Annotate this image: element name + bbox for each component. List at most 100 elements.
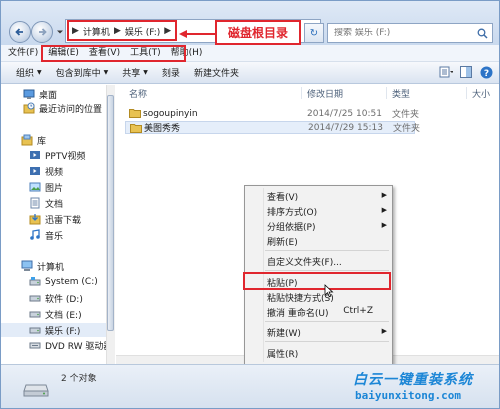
file-type: 文件夹 <box>392 110 420 120</box>
menu-item-shortcut: Ctrl+Z <box>343 306 373 316</box>
sidebar-item-label: 娱乐 (F:) <box>45 326 81 337</box>
system-drive-icon <box>29 277 41 286</box>
new-folder-label: 新建文件夹 <box>193 69 239 79</box>
column-header-name[interactable]: 名称 <box>129 87 147 100</box>
include-in-library-button[interactable]: 包含到库中 ▼ <box>49 66 116 79</box>
sidebar-item-drive-c[interactable]: System (C:) <box>1 275 114 289</box>
sidebar-scrollbar-thumb[interactable] <box>107 95 114 331</box>
forward-button[interactable] <box>31 21 53 43</box>
sidebar-item-recent-places[interactable]: 最近访问的位置 <box>1 101 114 115</box>
sidebar-item-label: DVD RW 驱动器 <box>45 341 113 352</box>
sidebar-item-label: 迅雷下载 <box>45 215 82 226</box>
menu-item-label: 查看(V) <box>267 193 299 203</box>
context-menu-new[interactable]: 新建(W) ▶ <box>247 325 391 339</box>
share-button[interactable]: 共享 ▼ <box>115 66 155 79</box>
command-bar: 组织 ▼ 包含到库中 ▼ 共享 ▼ 刻录 新建文件夹 <box>1 62 499 84</box>
sidebar-item-thunder-downloads[interactable]: 迅雷下载 <box>1 212 114 226</box>
column-header-size[interactable]: 大小 <box>472 87 490 100</box>
context-menu-undo-rename[interactable]: 撤消 重命名(U) Ctrl+Z <box>247 305 391 319</box>
chevron-down-icon: ▼ <box>37 69 42 76</box>
sidebar-item-pptv-video[interactable]: PPTV视频 <box>1 148 114 162</box>
mouse-cursor-icon <box>324 284 334 298</box>
context-menu-view[interactable]: 查看(V) ▶ <box>247 189 391 203</box>
recent-pages-dropdown-icon[interactable] <box>56 28 64 36</box>
table-row[interactable]: 美图秀秀 2014/7/29 15:13 文件夹 <box>125 121 420 134</box>
column-divider[interactable] <box>301 87 302 99</box>
burn-button[interactable]: 刻录 <box>155 66 187 79</box>
sidebar-item-label: 软件 (D:) <box>45 294 83 305</box>
context-menu-group-by[interactable]: 分组依据(P) ▶ <box>247 219 391 233</box>
sidebar-item-drive-f[interactable]: 娱乐 (F:) <box>1 323 114 337</box>
share-label: 共享 <box>122 69 141 79</box>
view-options-button[interactable] <box>439 65 453 79</box>
preview-pane-icon <box>460 66 472 78</box>
column-divider[interactable] <box>466 87 467 99</box>
search-icon[interactable] <box>477 28 488 39</box>
menu-item-label: 属性(R) <box>267 350 299 360</box>
context-menu-customize-folder[interactable]: 自定义文件夹(F)... <box>247 254 391 268</box>
table-row[interactable]: sogoupinyin 2014/7/25 10:51 文件夹 <box>125 107 419 120</box>
sidebar-item-dvd-drive[interactable]: DVD RW 驱动器 <box>1 338 114 352</box>
file-date: 2014/7/29 15:13 <box>308 122 383 133</box>
column-header-date[interactable]: 修改日期 <box>307 87 343 100</box>
drive-icon <box>23 384 49 397</box>
organize-label: 组织 <box>16 69 35 79</box>
view-list-icon <box>439 66 453 78</box>
new-folder-button[interactable]: 新建文件夹 <box>187 66 246 79</box>
sidebar-item-label: 视频 <box>45 167 64 178</box>
svg-text:?: ? <box>483 69 488 79</box>
back-button[interactable] <box>9 21 31 43</box>
sidebar-item-drive-e[interactable]: 文档 (E:) <box>1 307 114 321</box>
help-icon: ? <box>480 66 492 79</box>
submenu-arrow-icon: ▶ <box>381 327 387 335</box>
submenu-arrow-icon: ▶ <box>381 191 387 199</box>
context-menu-refresh[interactable]: 刷新(E) <box>247 234 391 248</box>
file-name: sogoupinyin <box>143 108 198 119</box>
include-in-library-label: 包含到库中 <box>55 69 101 79</box>
sidebar-item-libraries[interactable]: 库 <box>1 133 114 147</box>
search-box[interactable] <box>327 23 493 43</box>
item-count: 2 个对象 <box>61 374 97 384</box>
refresh-button[interactable]: ↻ <box>304 23 324 43</box>
sidebar-item-label: 文档 (E:) <box>45 310 82 321</box>
menu-highlight-box <box>41 45 186 62</box>
column-header-type[interactable]: 类型 <box>392 87 410 100</box>
sidebar-item-documents[interactable]: 文档 <box>1 196 114 210</box>
sidebar-item-computer[interactable]: 计算机 <box>1 259 114 273</box>
arrow-right-icon <box>39 28 47 36</box>
context-menu-properties[interactable]: 属性(R) <box>247 346 391 360</box>
sidebar-item-drive-d[interactable]: 软件 (D:) <box>1 291 114 305</box>
folder-icon <box>129 109 141 118</box>
drive-icon <box>29 311 41 318</box>
menu-separator <box>265 321 389 322</box>
desktop-icon <box>23 89 35 99</box>
menu-item-label: 刷新(E) <box>267 238 298 248</box>
sidebar-item-desktop[interactable]: 桌面 <box>1 87 114 101</box>
preview-pane-button[interactable] <box>459 65 473 79</box>
file-date: 2014/7/25 10:51 <box>307 108 382 119</box>
watermark-url: baiyunxitong.com <box>355 389 461 402</box>
library-icon <box>21 134 33 146</box>
search-input[interactable] <box>334 28 479 38</box>
sidebar-item-label: 音乐 <box>45 231 64 242</box>
navigation-pane: 桌面 最近访问的位置 库 PPTV视频 视频 图片 文档 迅雷下载 音乐 计算机… <box>1 85 115 364</box>
folder-icon <box>130 124 142 133</box>
file-name: 美图秀秀 <box>144 124 181 134</box>
sidebar-item-music[interactable]: 音乐 <box>1 228 114 242</box>
menu-item-label: 分组依据(P) <box>267 223 316 233</box>
organize-button[interactable]: 组织 ▼ <box>9 66 49 79</box>
sidebar-item-videos[interactable]: 视频 <box>1 164 114 178</box>
column-divider[interactable] <box>386 87 387 99</box>
context-menu-paste-shortcut[interactable]: 粘贴快捷方式(S) <box>247 290 391 304</box>
menu-file[interactable]: 文件(F) <box>3 46 43 61</box>
music-library-icon <box>30 229 40 240</box>
chevron-down-icon: ▼ <box>143 69 148 76</box>
context-menu-sort-by[interactable]: 排序方式(O) ▶ <box>247 204 391 218</box>
help-button[interactable]: ? <box>479 65 493 79</box>
sidebar-item-label: 文档 <box>45 199 64 210</box>
sidebar-item-label: 库 <box>37 136 47 147</box>
picture-library-icon <box>29 182 41 192</box>
sidebar-item-pictures[interactable]: 图片 <box>1 180 114 194</box>
breadcrumb-highlight-box <box>67 20 177 41</box>
dvd-drive-icon <box>29 342 41 349</box>
